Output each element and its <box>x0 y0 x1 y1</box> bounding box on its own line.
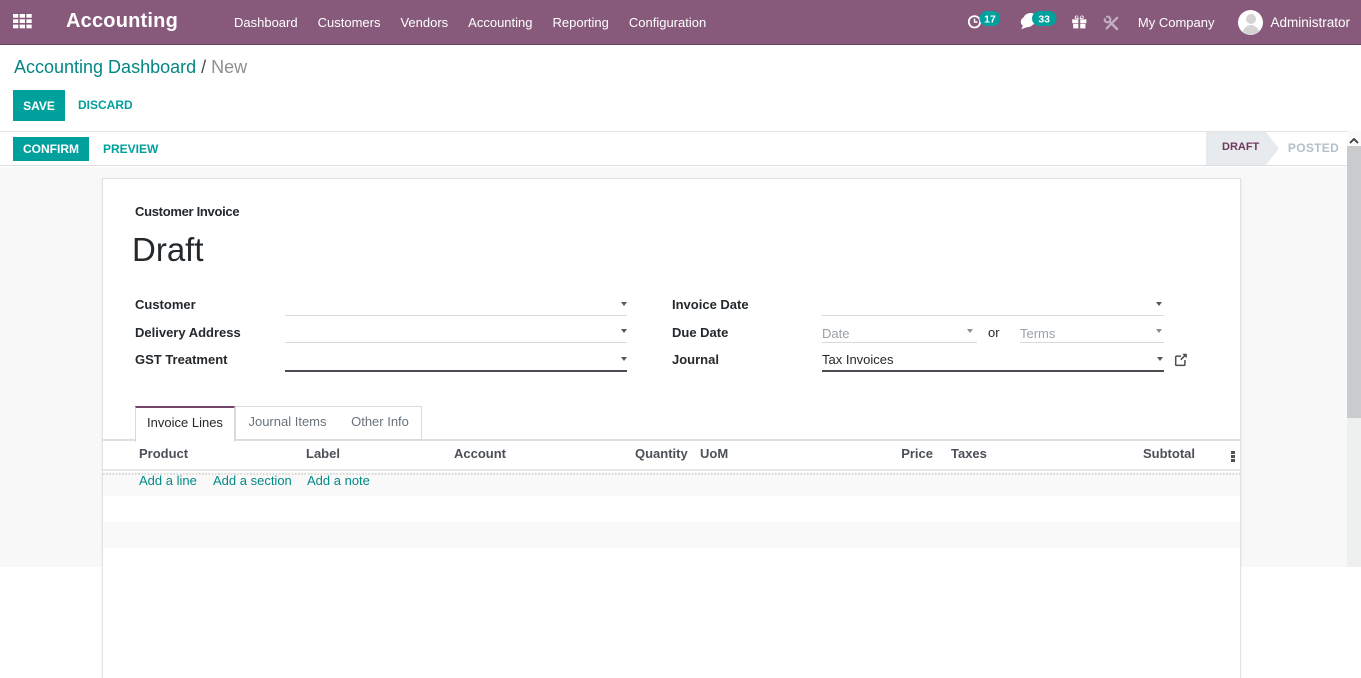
svg-text:17: 17 <box>985 13 997 25</box>
svg-text:33: 33 <box>1039 13 1051 25</box>
